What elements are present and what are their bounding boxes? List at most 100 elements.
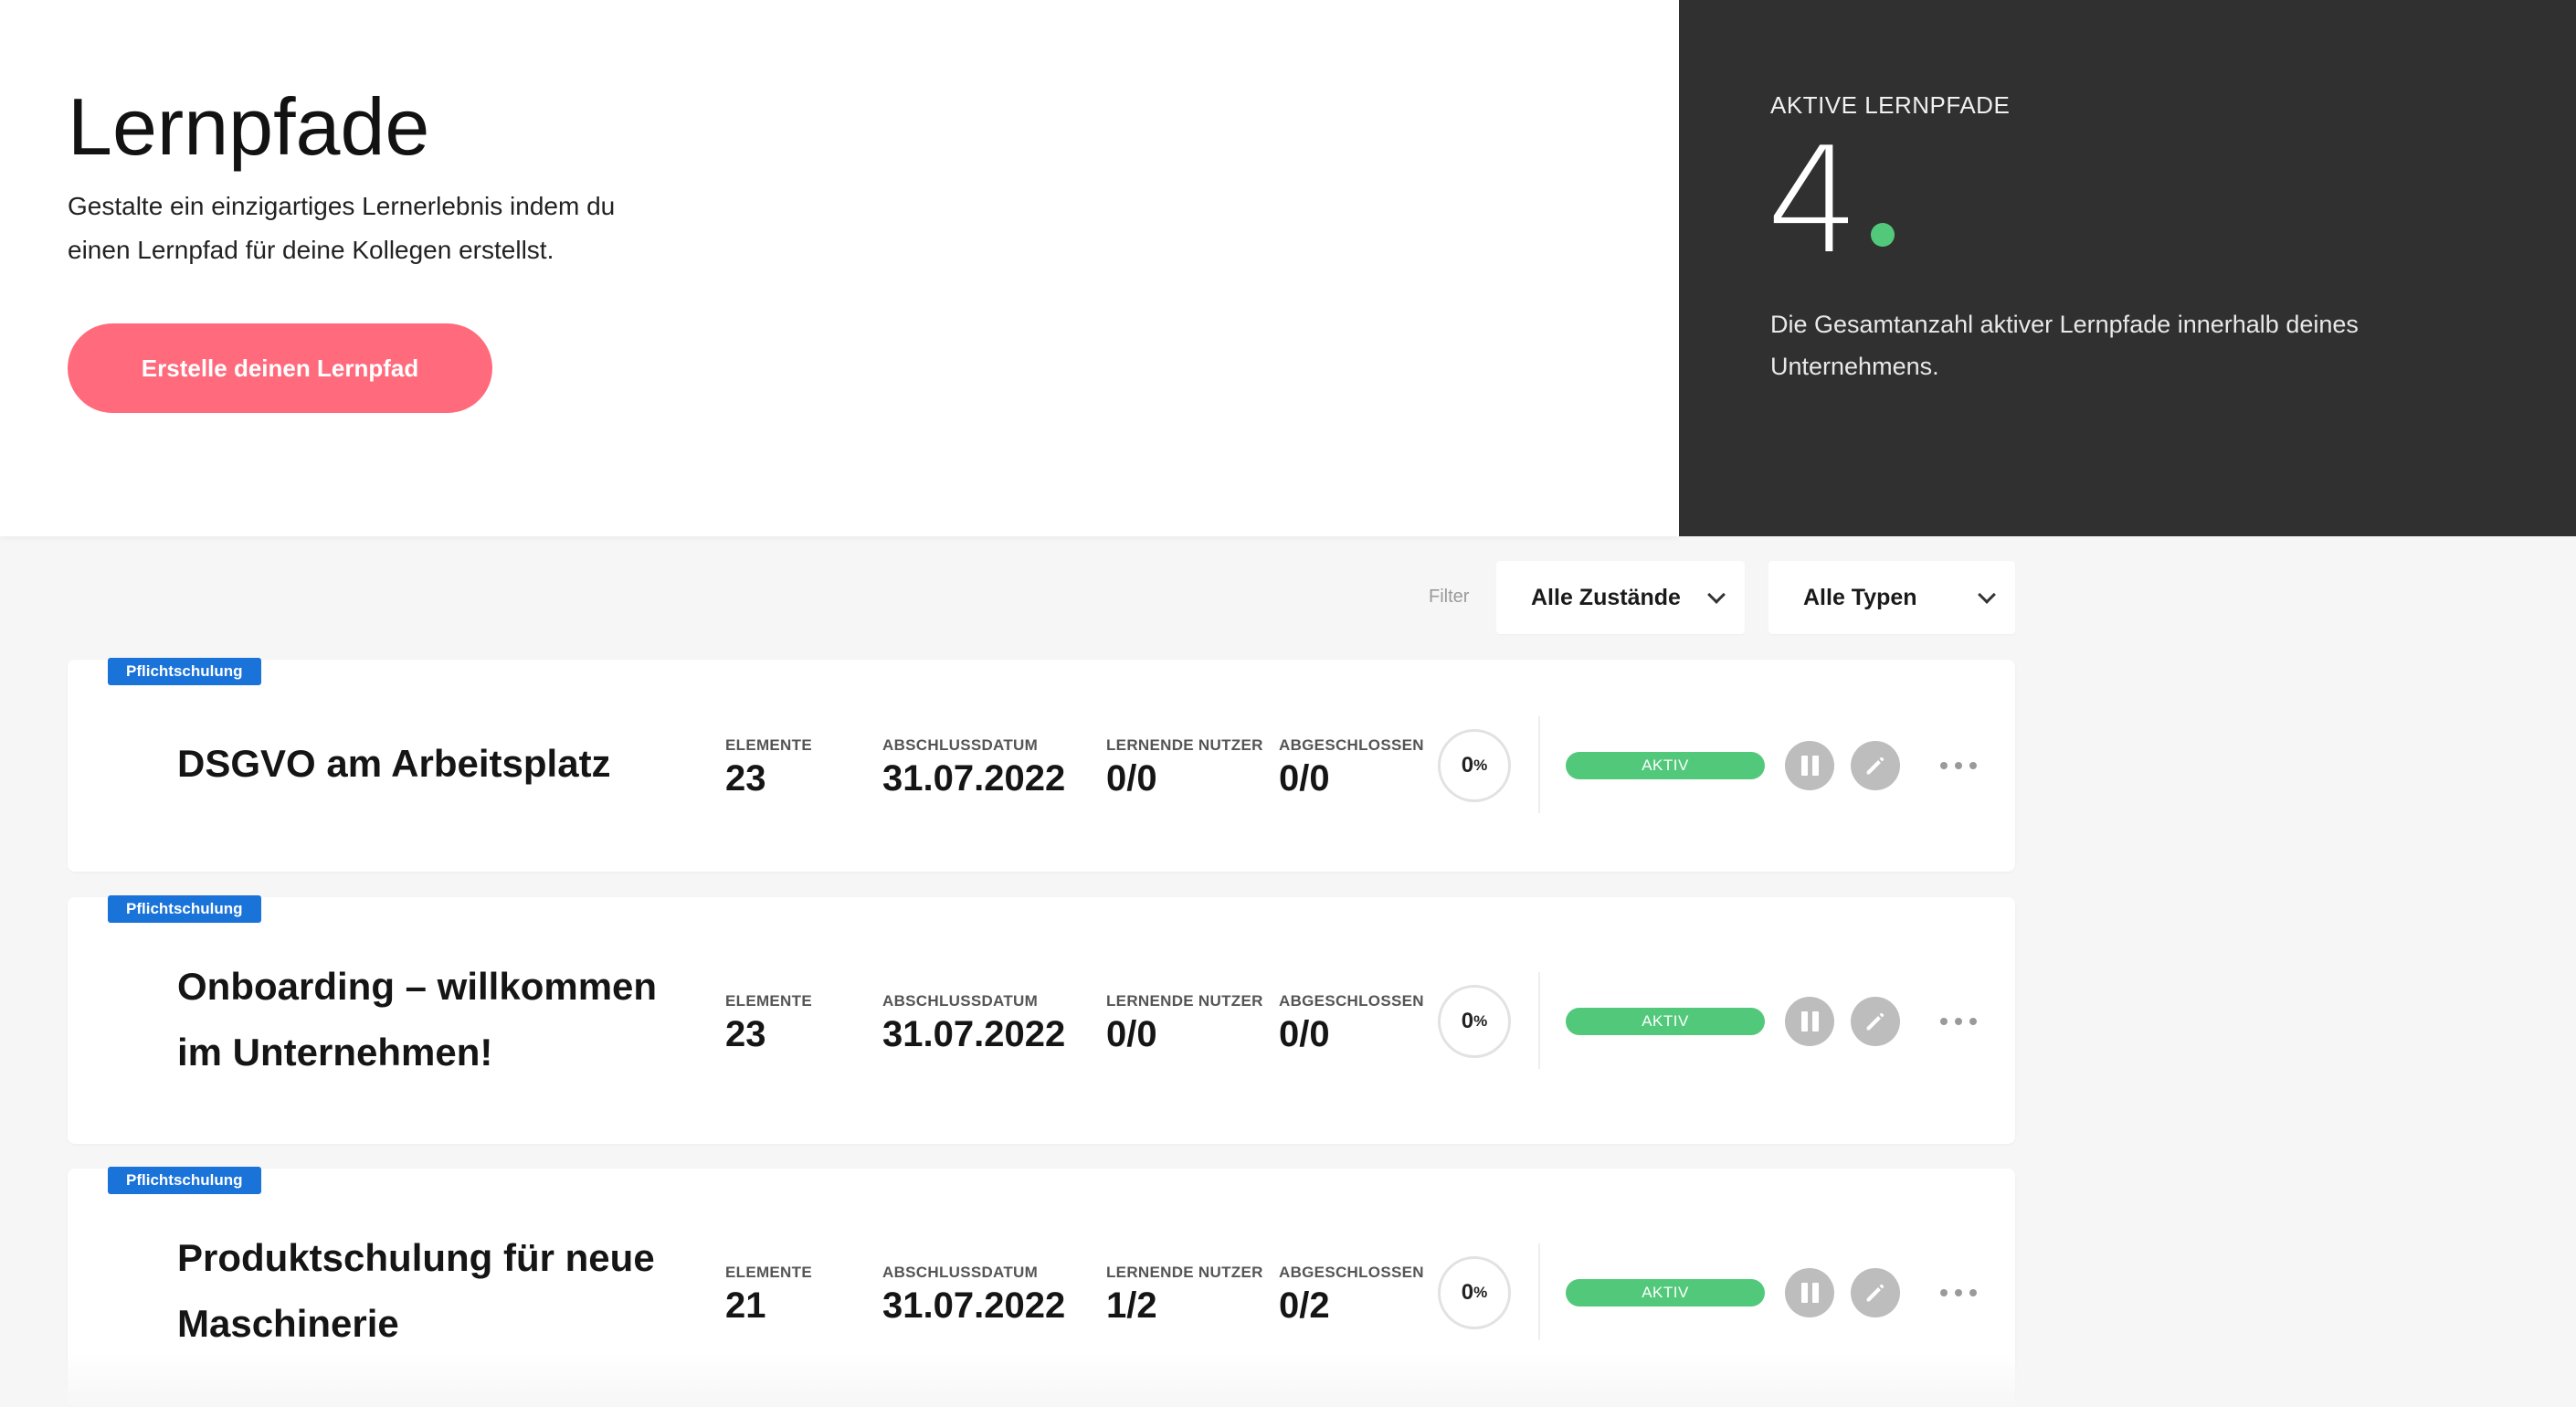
due-date-metric: ABSCHLUSSDATUM 31.07.2022: [882, 1264, 1065, 1327]
learning-path-title-line-2: Maschinerie: [177, 1302, 399, 1345]
pause-icon: [1800, 1011, 1819, 1031]
chevron-down-icon: [1707, 586, 1726, 604]
pencil-icon: [1866, 1284, 1884, 1302]
state-filter-select[interactable]: Alle Zustände: [1496, 561, 1745, 634]
page-title: Lernpfade: [68, 81, 430, 172]
completed-metric: ABGESCHLOSSEN 0/0: [1279, 992, 1424, 1055]
due-date-label: ABSCHLUSSDATUM: [882, 992, 1039, 1010]
create-learning-path-button[interactable]: Erstelle deinen Lernpfad: [68, 323, 492, 413]
pause-button[interactable]: [1785, 997, 1834, 1046]
learning-path-title-line-2: im Unternehmen!: [177, 1031, 493, 1074]
status-badge: AKTIV: [1566, 1008, 1765, 1035]
elements-value: 21: [725, 1285, 766, 1326]
active-paths-description: Die Gesamtanzahl aktiver Lernpfade inner…: [1770, 303, 2465, 387]
active-paths-description-line-2: Unternehmens.: [1770, 353, 1939, 380]
elements-value: 23: [725, 1014, 766, 1054]
more-options-button[interactable]: [1940, 1284, 1977, 1302]
due-date-value: 31.07.2022: [882, 1285, 1066, 1326]
pause-icon: [1800, 1283, 1819, 1303]
elements-label: ELEMENTE: [725, 992, 812, 1010]
completed-label: ABGESCHLOSSEN: [1279, 992, 1424, 1010]
progress-ring: 0%: [1438, 729, 1511, 802]
divider: [1538, 1243, 1540, 1340]
pencil-icon: [1866, 756, 1884, 775]
edit-button[interactable]: [1851, 997, 1900, 1046]
more-options-button[interactable]: [1940, 1012, 1977, 1031]
pause-icon: [1800, 756, 1819, 776]
due-date-metric: ABSCHLUSSDATUM 31.07.2022: [882, 736, 1065, 799]
elements-label: ELEMENTE: [725, 736, 812, 754]
progress-ring: 0%: [1438, 985, 1511, 1058]
learners-label: LERNENDE NUTZER: [1106, 736, 1263, 754]
status-badge: AKTIV: [1566, 1279, 1765, 1306]
elements-label: ELEMENTE: [725, 1264, 812, 1281]
progress-unit: %: [1473, 1012, 1488, 1030]
due-date-value: 31.07.2022: [882, 1014, 1066, 1054]
page-subtitle: Gestalte ein einzigartiges Lernerlebnis …: [68, 185, 725, 272]
elements-value: 23: [725, 758, 766, 799]
due-date-label: ABSCHLUSSDATUM: [882, 736, 1039, 754]
mandatory-training-badge: Pflichtschulung: [108, 658, 261, 685]
learning-path-title-line-1: Onboarding – willkommen: [177, 965, 658, 1008]
dot-icon: [1955, 1289, 1962, 1296]
dot-icon: [1969, 1289, 1977, 1296]
chevron-down-icon: [1978, 586, 1996, 604]
completed-value: 0/2: [1279, 1285, 1330, 1326]
mandatory-training-badge: Pflichtschulung: [108, 895, 261, 923]
due-date-label: ABSCHLUSSDATUM: [882, 1264, 1039, 1281]
due-date-value: 31.07.2022: [882, 758, 1066, 799]
learners-value: 1/2: [1106, 1285, 1157, 1326]
progress-value: 0: [1461, 1280, 1474, 1305]
status-badge: AKTIV: [1566, 752, 1765, 779]
type-filter-select[interactable]: Alle Typen: [1768, 561, 2015, 634]
completed-label: ABGESCHLOSSEN: [1279, 736, 1424, 754]
completed-value: 0/0: [1279, 1014, 1330, 1054]
learners-label: LERNENDE NUTZER: [1106, 1264, 1263, 1281]
learning-path-title[interactable]: Onboarding – willkommen im Unternehmen!: [177, 954, 689, 1085]
learners-metric: LERNENDE NUTZER 0/0: [1106, 736, 1263, 799]
page-subtitle-line-2: einen Lernpfad für deine Kollegen erstel…: [68, 236, 554, 264]
learners-value: 0/0: [1106, 1014, 1157, 1054]
dot-icon: [1940, 1289, 1948, 1296]
active-paths-description-line-1: Die Gesamtanzahl aktiver Lernpfade inner…: [1770, 311, 2359, 338]
more-options-button[interactable]: [1940, 756, 1977, 775]
completed-value: 0/0: [1279, 758, 1330, 799]
pause-button[interactable]: [1785, 741, 1834, 790]
edit-button[interactable]: [1851, 741, 1900, 790]
learners-value: 0/0: [1106, 758, 1157, 799]
learning-path-card[interactable]: Pflichtschulung Produktschulung für neue…: [68, 1167, 2015, 1407]
learning-path-title-line-1: DSGVO am Arbeitsplatz: [177, 742, 611, 785]
completed-label: ABGESCHLOSSEN: [1279, 1264, 1424, 1281]
state-filter-value: Alle Zustände: [1531, 584, 1681, 610]
learning-path-title[interactable]: Produktschulung für neue Maschinerie: [177, 1225, 689, 1357]
elements-metric: ELEMENTE 23: [725, 992, 812, 1055]
dot-icon: [1955, 1018, 1962, 1025]
learning-path-card[interactable]: Pflichtschulung Onboarding – willkommen …: [68, 895, 2015, 1144]
type-filter-value: Alle Typen: [1803, 584, 1917, 610]
edit-button[interactable]: [1851, 1268, 1900, 1317]
progress-unit: %: [1473, 1284, 1488, 1301]
progress-value: 0: [1461, 1009, 1474, 1033]
mandatory-training-badge: Pflichtschulung: [108, 1167, 261, 1194]
learning-path-title-line-1: Produktschulung für neue: [177, 1236, 655, 1279]
completed-metric: ABGESCHLOSSEN 0/0: [1279, 736, 1424, 799]
progress-ring: 0%: [1438, 1256, 1511, 1329]
completed-metric: ABGESCHLOSSEN 0/2: [1279, 1264, 1424, 1327]
page-header: Lernpfade Gestalte ein einzigartiges Ler…: [0, 0, 1679, 536]
pause-button[interactable]: [1785, 1268, 1834, 1317]
elements-metric: ELEMENTE 23: [725, 736, 812, 799]
status-dot-icon: [1871, 223, 1895, 247]
dot-icon: [1969, 1018, 1977, 1025]
divider: [1538, 716, 1540, 813]
learners-metric: LERNENDE NUTZER 0/0: [1106, 992, 1263, 1055]
pencil-icon: [1866, 1012, 1884, 1031]
due-date-metric: ABSCHLUSSDATUM 31.07.2022: [882, 992, 1065, 1055]
dot-icon: [1955, 762, 1962, 769]
dot-icon: [1969, 762, 1977, 769]
active-paths-count: 4: [1767, 115, 1860, 286]
learning-path-title[interactable]: DSGVO am Arbeitsplatz: [177, 731, 689, 797]
divider: [1538, 972, 1540, 1069]
active-paths-panel: AKTIVE LERNPFADE 4 Die Gesamtanzahl akti…: [1679, 0, 2576, 536]
dot-icon: [1940, 1018, 1948, 1025]
learning-path-card[interactable]: Pflichtschulung DSGVO am Arbeitsplatz EL…: [68, 658, 2015, 872]
